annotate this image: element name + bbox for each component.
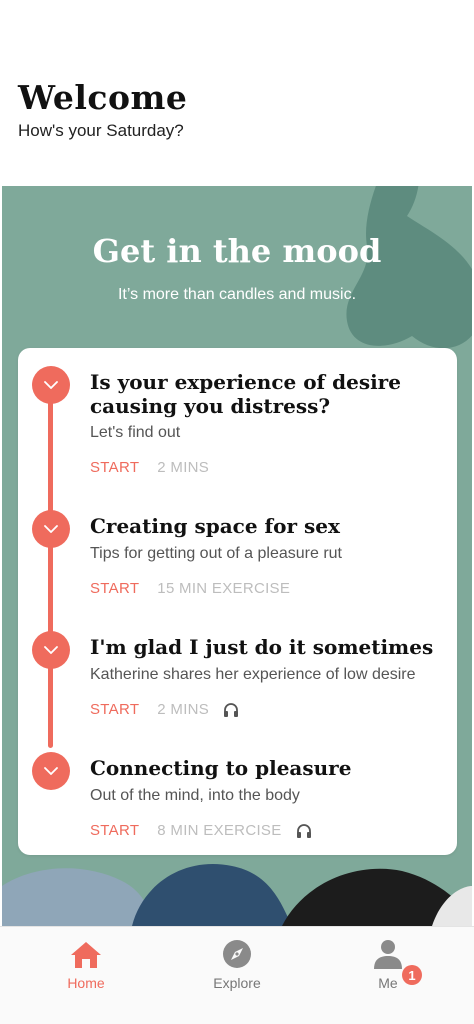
item-title: Is your experience of desire causing you… (90, 370, 401, 418)
start-button[interactable]: START (90, 580, 139, 597)
timeline-line (48, 378, 53, 748)
duration-label: 2 MINS (157, 459, 210, 476)
section-subtitle: It’s more than candles and music. (117, 286, 357, 303)
notification-badge: 1 (402, 965, 422, 985)
header: Welcome How's your Saturday? (18, 78, 187, 141)
chevron-down-icon[interactable] (32, 631, 70, 669)
compass-icon (177, 935, 297, 969)
duration-label: 2 MINS (157, 701, 210, 718)
item-description: Let's find out (90, 424, 181, 441)
item-description: Out of the mind, into the body (90, 787, 300, 804)
home-icon (26, 935, 146, 969)
item-title: Connecting to pleasure (90, 756, 352, 780)
tab-bar: Home Explore Me 1 (0, 926, 474, 1024)
chevron-down-icon[interactable] (32, 366, 70, 404)
tab-explore[interactable]: Explore (177, 935, 297, 991)
start-button[interactable]: START (90, 701, 139, 718)
item-meta: START 8 MIN EXERCISE (90, 822, 312, 839)
headphones-icon (223, 702, 239, 717)
item-description: Katherine shares her experience of low d… (90, 666, 416, 683)
tab-label: Explore (213, 975, 261, 991)
item-meta: START 2 MINS (90, 459, 209, 476)
tab-me[interactable]: Me 1 (328, 935, 448, 991)
person-icon (328, 935, 448, 969)
content-card: Is your experience of desire causing you… (18, 348, 457, 855)
headphones-icon (296, 823, 312, 838)
item-title: Creating space for sex (90, 514, 340, 538)
tab-home[interactable]: Home (26, 935, 146, 991)
chevron-down-icon[interactable] (32, 752, 70, 790)
tab-label: Home (67, 975, 105, 991)
start-button[interactable]: START (90, 459, 139, 476)
item-description: Tips for getting out of a pleasure rut (90, 545, 342, 562)
duration-label: 8 MIN EXERCISE (157, 822, 282, 839)
item-title: I'm glad I just do it sometimes (90, 635, 434, 659)
greeting-text: How's your Saturday? (18, 121, 184, 140)
start-button[interactable]: START (90, 822, 139, 839)
item-meta: START 15 MIN EXERCISE (90, 580, 290, 597)
tab-label: Me (378, 975, 398, 991)
duration-label: 15 MIN EXERCISE (157, 580, 291, 597)
section-title: Get in the mood (92, 232, 382, 270)
item-meta: START 2 MINS (90, 701, 239, 718)
decorative-waves (2, 864, 472, 926)
chevron-down-icon[interactable] (32, 510, 70, 548)
page-title: Welcome (18, 78, 188, 117)
